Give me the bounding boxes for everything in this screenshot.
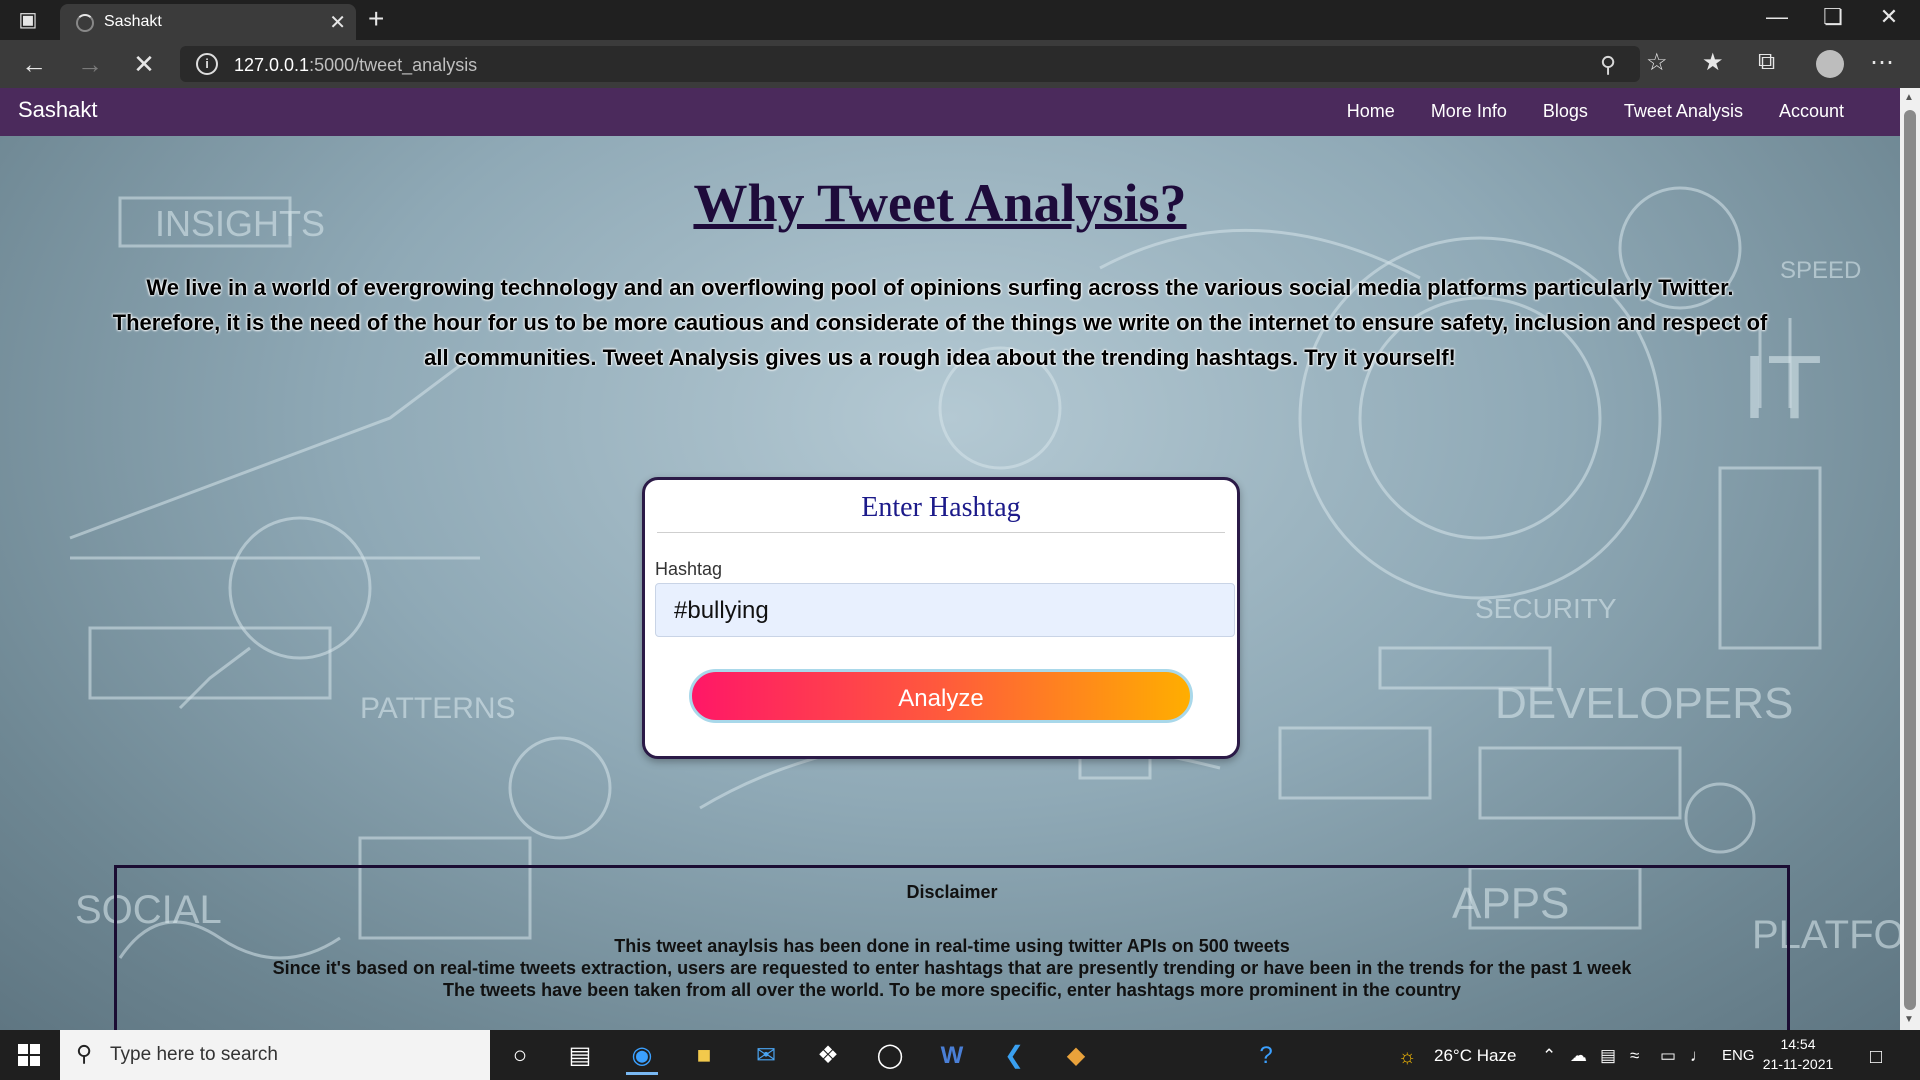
browser-tab-strip: ▣ Sashakt ✕ + — ❏ ✕	[0, 0, 1920, 40]
notifications-icon[interactable]: □	[1870, 1046, 1882, 1069]
page-scrollbar[interactable]: ▲ ▼	[1900, 88, 1920, 1030]
volume-icon[interactable]: ♩	[1690, 1046, 1707, 1066]
add-favorite-icon[interactable]: ☆	[1646, 48, 1668, 77]
site-nav-links: Home More Info Blogs Tweet Analysis Acco…	[1347, 101, 1844, 122]
battery-icon[interactable]: ▭	[1660, 1046, 1676, 1066]
stop-loading-icon[interactable]: ✕	[126, 48, 162, 80]
site-info-icon[interactable]: i	[196, 53, 218, 75]
word-icon[interactable]: W	[936, 1040, 968, 1072]
back-icon[interactable]: ←	[16, 48, 52, 80]
windows-start-icon[interactable]	[18, 1044, 40, 1066]
scrollbar-thumb[interactable]	[1904, 110, 1916, 1010]
bg-word-security: SECURITY	[1475, 593, 1617, 624]
cortana-icon[interactable]: ○	[504, 1040, 536, 1072]
tab-actions-icon[interactable]: ▣	[14, 8, 42, 32]
github-icon[interactable]: ◯	[874, 1040, 906, 1072]
clock-date: 21-11-2021	[1762, 1056, 1834, 1072]
system-clock[interactable]: 14:54 21-11-2021	[1760, 1034, 1836, 1074]
form-heading: Enter Hashtag	[861, 492, 1021, 523]
onedrive-icon[interactable]: ☁	[1570, 1046, 1587, 1066]
mail-icon[interactable]: ✉	[750, 1040, 782, 1072]
bg-word-patterns: PATTERNS	[360, 692, 516, 725]
nav-account[interactable]: Account	[1779, 101, 1844, 122]
search-icon: ⚲	[76, 1041, 93, 1066]
analyze-button[interactable]: Analyze	[689, 669, 1193, 723]
browser-toolbar: ← → ✕ i 127.0.0.1:5000/tweet_analysis ⚲ …	[0, 40, 1920, 88]
intro-paragraph: We live in a world of evergrowing techno…	[112, 275, 1768, 370]
task-view-icon[interactable]: ▤	[564, 1040, 596, 1072]
dropbox-icon[interactable]: ❖	[812, 1040, 844, 1072]
file-explorer-icon[interactable]: ■	[688, 1040, 720, 1072]
close-tab-icon[interactable]: ✕	[329, 10, 346, 35]
vscode-icon[interactable]: ❮	[998, 1040, 1030, 1072]
taskbar-search[interactable]: ⚲ Type here to search	[60, 1030, 490, 1080]
form-divider	[657, 532, 1225, 533]
forward-icon[interactable]: →	[72, 48, 108, 80]
close-window-icon[interactable]: ✕	[1864, 4, 1914, 30]
favorites-icon[interactable]: ★	[1702, 48, 1724, 77]
disclaimer-box: Disclaimer This tweet anaylsis has been …	[114, 865, 1790, 1030]
minimize-icon[interactable]: —	[1752, 4, 1802, 30]
disclaimer-line: Since it's based on real-time tweets ext…	[272, 958, 1632, 978]
new-tab-icon[interactable]: +	[368, 3, 384, 35]
hashtag-label: Hashtag	[655, 559, 723, 579]
browser-tab[interactable]: Sashakt ✕	[60, 4, 356, 40]
restore-icon[interactable]: ❏	[1808, 4, 1858, 30]
network-icon[interactable]: ▤	[1600, 1046, 1616, 1066]
disclaimer-line: This tweet anaylsis has been done in rea…	[614, 936, 1290, 956]
disclaimer-line: The tweets have been taken from all over…	[443, 980, 1461, 1000]
language-indicator[interactable]: ENG	[1722, 1047, 1755, 1064]
help-icon[interactable]: ?	[1250, 1040, 1282, 1072]
bg-word-speed: SPEED	[1780, 257, 1861, 284]
nav-blogs[interactable]: Blogs	[1543, 101, 1588, 122]
url-text: 127.0.0.1:5000/tweet_analysis	[234, 55, 478, 75]
bg-word-developers: DEVELOPERS	[1495, 679, 1793, 728]
hashtag-form-card: Enter Hashtag Hashtag #bullying Analyze	[642, 477, 1240, 759]
git-icon[interactable]: ◆	[1060, 1040, 1092, 1072]
wifi-icon[interactable]: ≈	[1630, 1046, 1639, 1066]
page-viewport: INSIGHTS PATTERNS SOCIAL SECURITY DEVELO…	[0, 88, 1900, 1030]
hashtag-input[interactable]: #bullying	[655, 583, 1235, 637]
weather-icon[interactable]: ☼	[1398, 1046, 1416, 1069]
scroll-up-icon[interactable]: ▲	[1904, 92, 1914, 103]
collections-icon[interactable]: ⧉	[1758, 48, 1775, 76]
site-brand[interactable]: Sashakt	[18, 97, 98, 123]
more-options-icon[interactable]: ⋯	[1870, 48, 1894, 77]
weather-text[interactable]: 26°C Haze	[1434, 1046, 1516, 1066]
site-navbar: Sashakt Home More Info Blogs Tweet Analy…	[0, 88, 1900, 136]
scroll-down-icon[interactable]: ▼	[1904, 1014, 1914, 1025]
disclaimer-title: Disclaimer	[906, 882, 998, 902]
profile-avatar[interactable]	[1816, 50, 1844, 78]
windows-taskbar: ⚲ Type here to search ○ ▤ ◉ ■ ✉ ❖ ◯ W ❮ …	[0, 1030, 1920, 1080]
edge-icon[interactable]: ◉	[626, 1040, 658, 1075]
zoom-icon[interactable]: ⚲	[1600, 52, 1616, 78]
nav-home[interactable]: Home	[1347, 101, 1395, 122]
nav-tweet-analysis[interactable]: Tweet Analysis	[1624, 101, 1743, 122]
nav-more-info[interactable]: More Info	[1431, 101, 1507, 122]
loading-spinner-icon	[76, 14, 94, 32]
address-bar[interactable]: i 127.0.0.1:5000/tweet_analysis ⚲	[180, 46, 1640, 82]
show-hidden-icons-icon[interactable]: ⌃	[1542, 1046, 1556, 1066]
tab-title: Sashakt	[104, 13, 162, 30]
taskbar-search-placeholder: Type here to search	[110, 1044, 278, 1065]
page-title: Why Tweet Analysis?	[693, 173, 1187, 233]
clock-time: 14:54	[1780, 1036, 1816, 1052]
